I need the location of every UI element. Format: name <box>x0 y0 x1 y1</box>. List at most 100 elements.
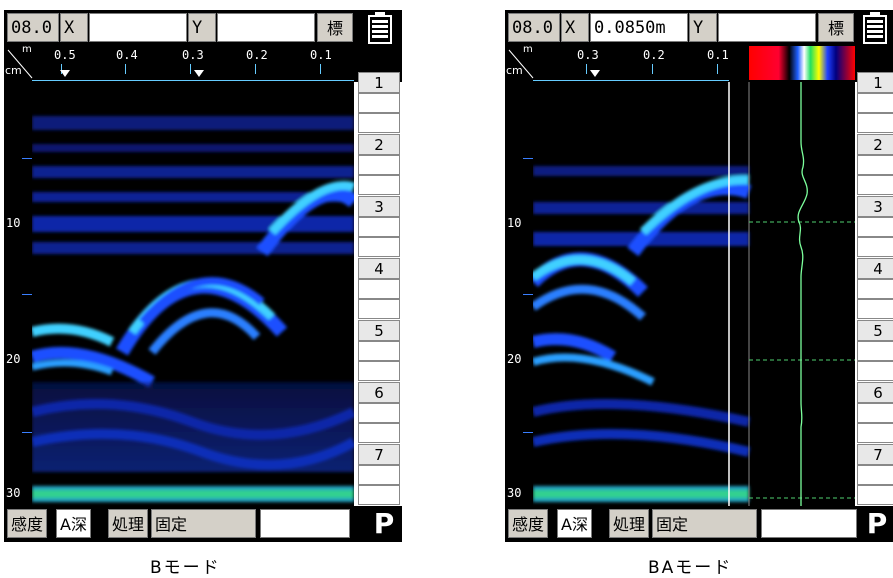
layer-button[interactable]: 3 <box>358 196 400 217</box>
layer-button[interactable]: 4 <box>857 258 893 279</box>
layer-slot[interactable] <box>358 299 400 319</box>
standard-button[interactable]: 標 <box>317 13 353 42</box>
layer-slot[interactable] <box>857 423 893 443</box>
tick-label: 0.1 <box>707 48 729 62</box>
unit-centimeter: cm <box>506 64 523 77</box>
layer-button[interactable]: 2 <box>857 134 893 155</box>
depth-axis: 10 20 30 <box>505 82 533 506</box>
p-button[interactable]: P <box>861 506 893 542</box>
depth-label: 10 <box>507 216 522 230</box>
layer-slot[interactable] <box>358 485 400 505</box>
layer-slot[interactable] <box>358 465 400 485</box>
sensitivity-button[interactable]: 感度 <box>508 509 549 538</box>
tick-label: 0.1 <box>310 48 332 62</box>
y-label: Y <box>188 13 216 42</box>
y-value-field[interactable] <box>217 13 315 42</box>
layer-button[interactable]: 6 <box>857 382 893 403</box>
layer-slot[interactable] <box>358 423 400 443</box>
layer-slot[interactable] <box>358 155 400 175</box>
tick-mark <box>717 64 718 74</box>
layer-slot[interactable] <box>358 93 400 113</box>
depth-label: 30 <box>6 486 21 500</box>
color-scale-bar <box>749 46 855 80</box>
layer-list: 1 2 3 4 5 6 7 <box>857 64 893 506</box>
layer-slot[interactable] <box>358 217 400 237</box>
layer-slot[interactable] <box>358 279 400 299</box>
processing-button[interactable]: 処理 <box>108 509 149 538</box>
y-value-field[interactable] <box>718 13 816 42</box>
unit-corner: m cm <box>4 44 34 82</box>
tick-label: 0.2 <box>643 48 665 62</box>
tick-mark <box>255 64 256 74</box>
depth-tick <box>22 432 32 433</box>
layer-slot[interactable] <box>857 361 893 381</box>
tick-mark <box>586 64 587 74</box>
marker-triangle-icon[interactable] <box>590 70 600 77</box>
tick-label: 0.4 <box>116 48 138 62</box>
radar-echo-graphic <box>32 82 354 506</box>
tick-label: 0.3 <box>182 48 204 62</box>
layer-slot[interactable] <box>857 465 893 485</box>
layer-slot[interactable] <box>857 299 893 319</box>
layer-button[interactable]: 7 <box>358 444 400 465</box>
depth-label: 30 <box>507 486 522 500</box>
layer-list: 1 2 3 4 5 6 7 <box>358 64 402 506</box>
layer-button[interactable]: 5 <box>857 320 893 341</box>
unit-corner: m cm <box>505 44 535 82</box>
layer-button[interactable]: 3 <box>857 196 893 217</box>
depth-tick <box>523 158 533 159</box>
layer-slot[interactable] <box>358 113 400 133</box>
layer-slot[interactable] <box>857 341 893 361</box>
tick-label: 0.5 <box>54 48 76 62</box>
depth-tick <box>523 294 533 295</box>
scale-line <box>533 80 729 81</box>
x-label: X <box>561 13 589 42</box>
depth-label: 10 <box>6 216 21 230</box>
layer-slot[interactable] <box>358 403 400 423</box>
scale-display[interactable]: 08.0 <box>508 13 560 42</box>
radar-image[interactable] <box>32 82 354 506</box>
layer-slot[interactable] <box>857 217 893 237</box>
layer-slot[interactable] <box>358 175 400 195</box>
radar-image[interactable] <box>533 82 855 506</box>
layer-button[interactable]: 6 <box>358 382 400 403</box>
x-value-field[interactable] <box>89 13 187 42</box>
layer-button[interactable]: 4 <box>358 258 400 279</box>
standard-button[interactable]: 標 <box>818 13 854 42</box>
y-label: Y <box>689 13 717 42</box>
layer-slot[interactable] <box>857 403 893 423</box>
sensitivity-button[interactable]: 感度 <box>7 509 48 538</box>
status-field[interactable] <box>761 509 857 538</box>
p-button[interactable]: P <box>368 506 400 542</box>
layer-slot[interactable] <box>857 93 893 113</box>
layer-slot[interactable] <box>857 113 893 133</box>
layer-slot[interactable] <box>358 237 400 257</box>
layer-button[interactable]: 1 <box>358 72 400 93</box>
tick-mark <box>125 64 126 74</box>
layer-slot[interactable] <box>857 155 893 175</box>
processing-button[interactable]: 処理 <box>609 509 650 538</box>
layer-button[interactable]: 7 <box>857 444 893 465</box>
status-field[interactable] <box>260 509 350 538</box>
marker-triangle-icon[interactable] <box>60 70 70 77</box>
layer-slot[interactable] <box>857 279 893 299</box>
layer-button[interactable]: 1 <box>857 72 893 93</box>
ba-mode-caption: BAモード <box>648 558 733 578</box>
x-value-field[interactable]: 0.0850m <box>590 13 688 42</box>
layer-slot[interactable] <box>857 237 893 257</box>
unit-meter: m <box>523 44 533 55</box>
layer-slot[interactable] <box>857 485 893 505</box>
layer-slot[interactable] <box>358 341 400 361</box>
layer-button[interactable]: 5 <box>358 320 400 341</box>
depth-label: 20 <box>507 352 522 366</box>
scale-display[interactable]: 08.0 <box>7 13 59 42</box>
depth-mode-button[interactable]: A深 <box>557 509 592 538</box>
marker-triangle-icon[interactable] <box>194 70 204 77</box>
layer-slot[interactable] <box>857 175 893 195</box>
fixed-button[interactable]: 固定 <box>151 509 256 538</box>
battery-icon <box>368 12 392 44</box>
layer-button[interactable]: 2 <box>358 134 400 155</box>
fixed-button[interactable]: 固定 <box>652 509 757 538</box>
layer-slot[interactable] <box>358 361 400 381</box>
depth-mode-button[interactable]: A深 <box>56 509 91 538</box>
